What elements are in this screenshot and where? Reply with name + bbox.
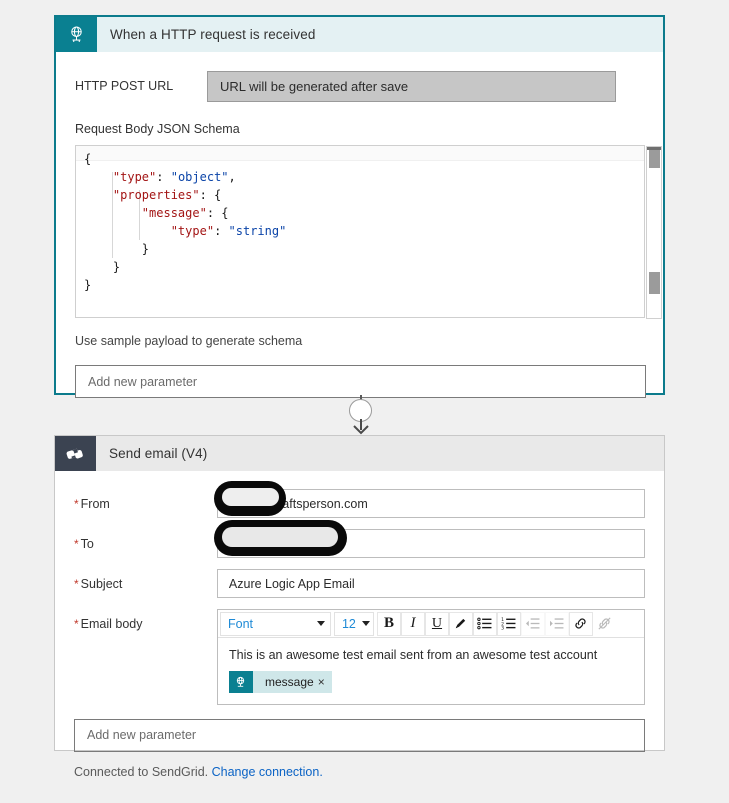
- connector: [343, 395, 379, 435]
- trigger-add-parameter-input[interactable]: Add new parameter: [75, 365, 646, 398]
- sendgrid-icon: [55, 436, 96, 471]
- trigger-card[interactable]: When a HTTP request is received HTTP POS…: [54, 15, 665, 398]
- redaction-mark-from-inner: [221, 488, 279, 506]
- globe-network-icon: [56, 17, 97, 52]
- from-input[interactable]: oftwarecraftsperson.com: [213, 481, 645, 518]
- logic-app-designer-canvas: When a HTTP request is received HTTP POS…: [0, 0, 729, 803]
- subject-label: * Subject: [74, 577, 123, 591]
- numbered-list-icon[interactable]: 1 2 3: [496, 611, 521, 636]
- change-connection-link[interactable]: Change connection.: [212, 765, 323, 779]
- pen-highlight-icon[interactable]: [448, 611, 473, 636]
- email-body-label: * Email body: [74, 617, 143, 631]
- trigger-card-header[interactable]: When a HTTP request is received: [56, 17, 663, 52]
- trigger-card-body: HTTP POST URL URL will be generated afte…: [56, 52, 663, 398]
- bold-button[interactable]: B: [376, 611, 401, 636]
- subject-field-row: * Subject Azure Logic App Email: [74, 569, 645, 598]
- required-star: *: [74, 617, 79, 631]
- http-post-url-row: HTTP POST URL URL will be generated afte…: [75, 70, 644, 102]
- required-star: *: [74, 537, 79, 551]
- email-body-field-row: * Email body Font 12 B I U 1 2 3 This is…: [74, 609, 645, 705]
- editor-toolbar: Font 12 B I U 1 2 3: [217, 610, 644, 638]
- from-label: * From: [74, 497, 110, 511]
- connection-status: Connected to SendGrid. Change connection…: [74, 765, 645, 779]
- use-sample-payload-link[interactable]: Use sample payload to generate schema: [75, 334, 644, 348]
- to-field-row: * To: [74, 520, 645, 558]
- font-family-select[interactable]: Font: [219, 611, 331, 636]
- http-post-url-label: HTTP POST URL: [75, 79, 174, 93]
- trigger-card-title: When a HTTP request is received: [110, 27, 316, 42]
- underline-button[interactable]: U: [424, 611, 449, 636]
- email-body-editor[interactable]: Font 12 B I U 1 2 3 This is an awesome t…: [216, 609, 645, 705]
- unlink-icon[interactable]: [593, 612, 617, 636]
- action-add-parameter-input[interactable]: Add new parameter: [74, 718, 645, 752]
- json-schema-editor[interactable]: { "type": "object", "properties": { "mes…: [75, 145, 662, 319]
- from-field-row: * From oftwarecraftsperson.com: [74, 481, 645, 518]
- request-body-schema-label: Request Body JSON Schema: [75, 122, 240, 136]
- italic-button[interactable]: I: [400, 611, 425, 636]
- scrollbar-thumb-bottom[interactable]: [649, 272, 660, 294]
- action-card-body: * From oftwarecraftsperson.com * To * Su…: [55, 471, 664, 779]
- to-label: * To: [74, 537, 94, 551]
- action-card-title: Send email (V4): [109, 446, 208, 461]
- font-family-value: Font: [227, 616, 253, 631]
- editor-content-area[interactable]: This is an awesome test email sent from …: [218, 638, 644, 704]
- to-input[interactable]: [213, 520, 645, 558]
- connection-status-text: Connected to SendGrid.: [74, 764, 209, 779]
- http-post-url-value: URL will be generated after save: [207, 70, 616, 102]
- indent-decrease-icon[interactable]: [520, 611, 545, 636]
- link-icon[interactable]: [568, 611, 593, 636]
- subject-input[interactable]: Azure Logic App Email: [216, 569, 645, 598]
- json-schema-scrollbar[interactable]: [646, 146, 662, 319]
- required-star: *: [74, 497, 79, 511]
- globe-network-icon: [228, 671, 253, 693]
- font-size-select[interactable]: 12: [333, 611, 374, 636]
- font-size-value: 12: [341, 616, 356, 631]
- dynamic-content-token[interactable]: message ×: [228, 671, 332, 693]
- email-body-text: This is an awesome test email sent from …: [228, 648, 598, 662]
- chevron-down-icon: [316, 621, 325, 626]
- json-schema-code[interactable]: { "type": "object", "properties": { "mes…: [76, 146, 644, 294]
- indent-increase-icon[interactable]: [544, 611, 569, 636]
- scrollbar-thumb-top[interactable]: [649, 150, 660, 168]
- redaction-mark-to-inner: [221, 527, 338, 547]
- svg-text:3: 3: [502, 626, 505, 630]
- chevron-down-icon: [361, 621, 370, 626]
- action-card-header[interactable]: Send email (V4): [55, 436, 664, 471]
- required-star: *: [74, 577, 79, 591]
- bullet-list-icon[interactable]: [472, 611, 497, 636]
- token-label: message: [264, 675, 314, 689]
- close-icon[interactable]: ×: [318, 675, 332, 689]
- action-card[interactable]: Send email (V4) * From oftwarecraftsperso…: [54, 435, 665, 779]
